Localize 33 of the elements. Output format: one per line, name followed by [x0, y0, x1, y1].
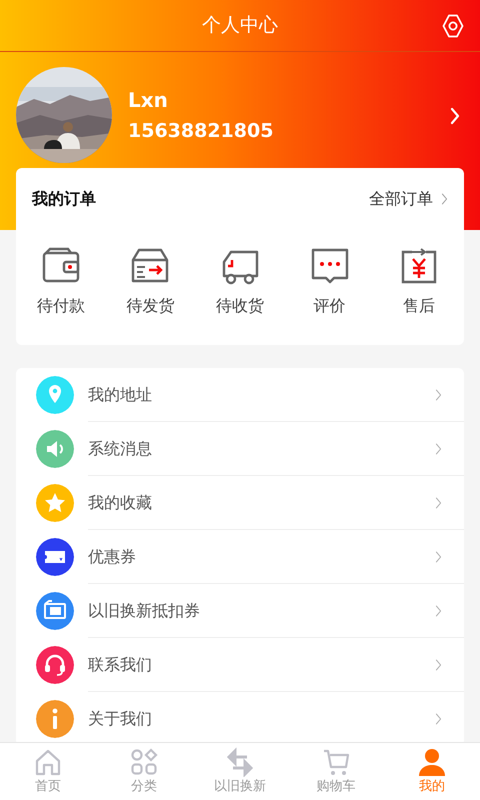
user-name: Lxn: [128, 88, 169, 112]
order-status-button[interactable]: 待付款: [16, 246, 106, 318]
chevron-icon: [435, 604, 442, 618]
menu-item[interactable]: 我的收藏: [16, 476, 464, 530]
cart-icon: [321, 747, 351, 777]
chevron-icon: [435, 658, 442, 672]
order-status-button[interactable]: 待收货: [195, 246, 285, 318]
chevron-icon: [435, 388, 442, 402]
menu-item[interactable]: 关于我们: [16, 692, 464, 746]
home-icon: [33, 747, 63, 777]
settings-icon: [440, 13, 466, 39]
menu-item[interactable]: 以旧换新抵扣券: [16, 584, 464, 638]
phone-number: 15638821805: [128, 120, 274, 142]
chevron-icon: [435, 712, 442, 726]
grid-icon: [129, 747, 159, 777]
chevron-icon: [435, 550, 442, 564]
chevron-icon: [441, 192, 448, 206]
menu-item[interactable]: 系统消息: [16, 422, 464, 476]
menu-item[interactable]: 优惠券: [16, 530, 464, 584]
settings-button[interactable]: [440, 13, 466, 39]
section-title: 我的订单: [32, 188, 96, 210]
person-icon: [417, 747, 447, 777]
page-title: 个人中心: [202, 13, 278, 38]
order-status-button[interactable]: 评价: [284, 246, 374, 318]
swap-arrows-icon: [225, 747, 255, 777]
chevron-icon: [435, 442, 442, 456]
order-status-button[interactable]: 待发货: [106, 246, 196, 318]
order-status-button[interactable]: 售后: [374, 246, 464, 318]
chevron-icon: [435, 496, 442, 510]
menu-item[interactable]: 联系我们: [16, 638, 464, 692]
chevron-icon: [450, 106, 460, 125]
menu-item[interactable]: 我的地址: [16, 368, 464, 422]
all-orders-link[interactable]: 全部订单: [369, 187, 448, 211]
